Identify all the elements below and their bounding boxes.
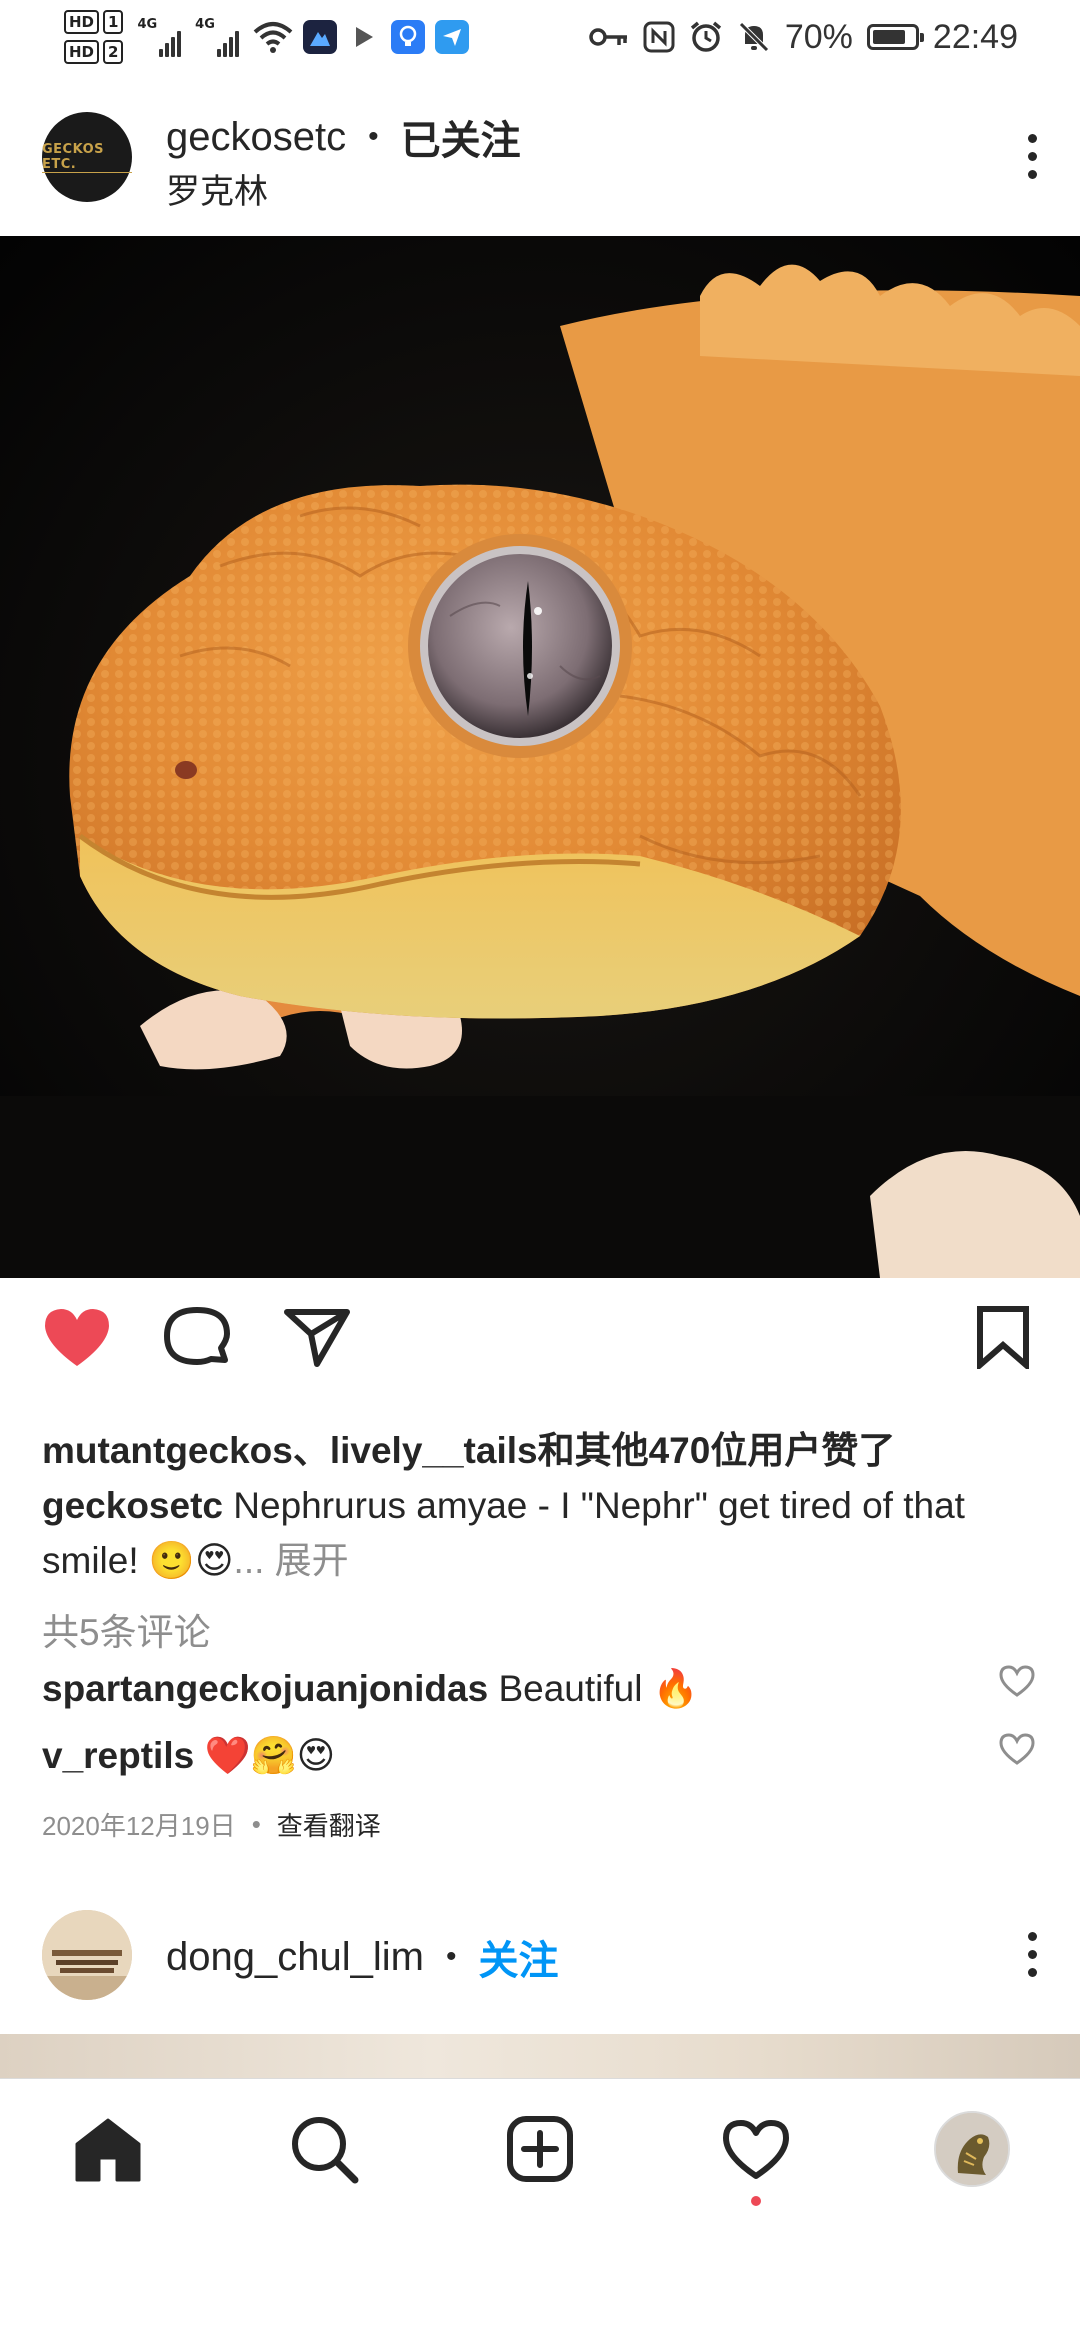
nfc-icon: [643, 21, 675, 53]
save-button[interactable]: [966, 1300, 1040, 1374]
gecko-photo: [0, 236, 1080, 1278]
comment-username[interactable]: spartangeckojuanjonidas: [42, 1668, 488, 1709]
comment-username[interactable]: v_reptils: [42, 1735, 194, 1776]
bookmark-icon: [977, 1306, 1029, 1369]
caption-username[interactable]: geckosetc: [42, 1485, 223, 1526]
separator-dot: •: [368, 120, 379, 153]
battery-icon: [866, 24, 924, 50]
next-post-header: dong_chul_lim • 关注: [0, 1906, 1080, 2026]
more-options-icon[interactable]: [1026, 1932, 1038, 1977]
nav-create[interactable]: [500, 2109, 580, 2189]
nav-profile[interactable]: [932, 2109, 1012, 2189]
sim-indicators: HD 1 HD 2: [64, 10, 124, 64]
play-notification-icon: [347, 20, 381, 54]
activity-notification-dot: [751, 2196, 761, 2206]
like-button[interactable]: [40, 1300, 114, 1374]
heart-filled-icon: [45, 1309, 109, 1366]
post-caption[interactable]: geckosetc Nephrurus amyae - I "Nephr" ge…: [42, 1478, 1042, 1588]
avatar-logo-text: GECKOS ETC.: [42, 142, 132, 173]
status-bar-right: 70% 22:49: [589, 6, 1018, 68]
alarm-icon: [690, 21, 721, 52]
next-post-author-avatar[interactable]: [42, 1910, 132, 2000]
post-author-row: geckosetc • 已关注: [166, 108, 521, 166]
comment-bubble-icon: [164, 1307, 230, 1365]
status-bar: HD 1 HD 2 4G 4G 70% 22:49: [0, 0, 1080, 75]
heart-outline-icon: [723, 2120, 789, 2179]
status-bar-left: HD 1 HD 2 4G 4G: [64, 6, 469, 68]
sim1-indicator: HD 1: [64, 10, 124, 34]
comment-text: Beautiful 🔥: [488, 1668, 699, 1709]
post-action-bar: [0, 1300, 1080, 1390]
post-location[interactable]: 罗克林: [166, 164, 268, 213]
comment-like-icon[interactable]: [998, 1664, 1036, 1698]
comment-row: spartangeckojuanjonidas Beautiful 🔥: [42, 1668, 1022, 1711]
sim2-indicator: HD 2: [64, 40, 124, 64]
share-button[interactable]: [280, 1300, 354, 1374]
search-icon: [292, 2117, 359, 2184]
view-all-comments-link[interactable]: 共5条评论: [42, 1602, 211, 1656]
comment-text: ❤️🤗😍: [194, 1735, 336, 1776]
home-icon: [75, 2118, 141, 2182]
see-translation-link[interactable]: 查看翻译: [277, 1806, 381, 1843]
next-post-author-row: dong_chul_lim • 关注: [166, 1928, 558, 1986]
next-post-image[interactable]: [0, 2034, 1080, 2078]
send-notification-icon: [434, 20, 469, 54]
profile-avatar: [934, 2111, 1010, 2187]
post-date: 2020年12月19日: [42, 1811, 236, 1841]
key-icon: [589, 28, 627, 46]
post-image[interactable]: [0, 236, 1080, 1278]
post-author-username[interactable]: geckosetc: [166, 115, 346, 160]
comment-row: v_reptils ❤️🤗😍: [42, 1734, 1022, 1778]
add-post-icon: [507, 2116, 573, 2182]
nav-activity[interactable]: [716, 2109, 796, 2189]
post-date-row: 2020年12月19日 • 查看翻译: [42, 1806, 381, 1843]
nav-home[interactable]: [68, 2109, 148, 2189]
send-paper-plane-icon: [284, 1309, 350, 1367]
app-notification-icon: [302, 20, 337, 54]
separator-dot: •: [445, 1940, 457, 1973]
more-options-icon[interactable]: [1026, 134, 1038, 179]
likes-summary[interactable]: mutantgeckos、lively__tails和其他470位用户赞了: [42, 1420, 895, 1474]
battery-percent: 70%: [784, 17, 853, 56]
wifi-icon: [253, 22, 293, 53]
caption-expand-link[interactable]: ... 展开: [234, 1540, 349, 1581]
clock: 22:49: [932, 17, 1018, 56]
separator-dot: •: [251, 1809, 261, 1839]
bulb-notification-icon: [390, 20, 425, 54]
post-author-avatar[interactable]: GECKOS ETC.: [42, 112, 132, 202]
signal-icon: 4G: [137, 17, 183, 57]
next-post-username[interactable]: dong_chul_lim: [166, 1935, 424, 1980]
bottom-navigation: [0, 2078, 1080, 2227]
signal-icon-2: 4G: [195, 17, 241, 57]
follow-button[interactable]: 关注: [478, 1928, 558, 1986]
nav-search[interactable]: [284, 2109, 364, 2189]
mute-icon: [739, 22, 769, 52]
comment-button[interactable]: [160, 1300, 234, 1374]
following-status[interactable]: 已关注: [401, 108, 521, 166]
post-header: GECKOS ETC. geckosetc • 已关注 罗克林: [0, 88, 1080, 238]
comment-like-icon[interactable]: [998, 1732, 1036, 1766]
